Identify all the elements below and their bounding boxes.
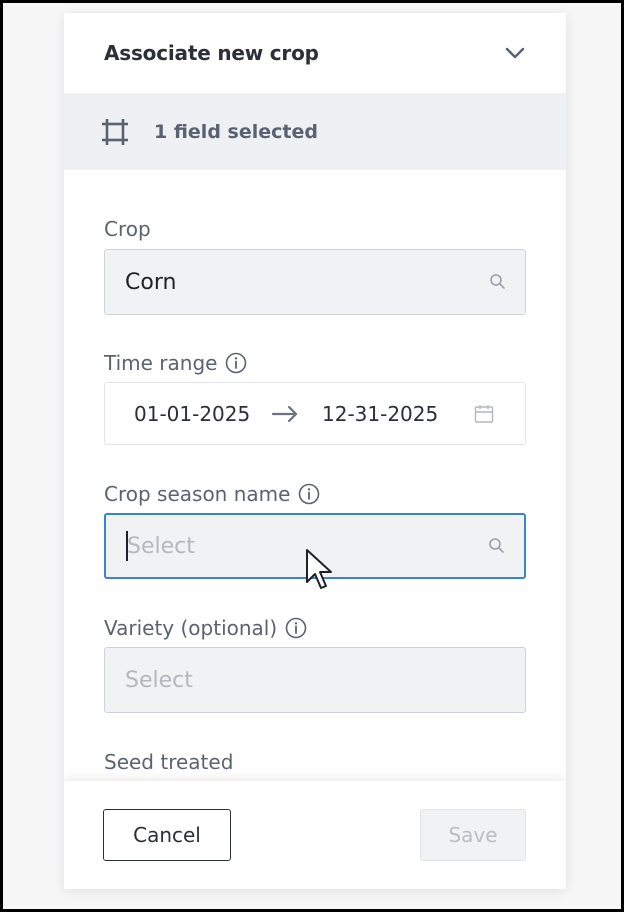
variety-field[interactable] — [104, 647, 526, 713]
field-selection-bar: 1 field selected — [64, 93, 566, 170]
start-date[interactable]: 01-01-2025 — [134, 402, 268, 426]
variety-input[interactable] — [125, 667, 507, 693]
field-selection-icon — [100, 117, 130, 147]
crop-input[interactable] — [125, 269, 489, 295]
time-range-field[interactable]: 01-01-2025 12-31-2025 — [104, 382, 526, 445]
selection-count-text: 1 field selected — [154, 120, 318, 143]
crop-season-field[interactable] — [104, 513, 526, 579]
crop-label-text: Crop — [104, 217, 151, 241]
info-icon[interactable] — [298, 483, 320, 505]
panel-header[interactable]: Associate new crop — [64, 13, 566, 93]
info-icon[interactable] — [225, 352, 247, 374]
window-frame: Associate new crop 1 field selected Crop — [0, 0, 624, 912]
crop-label: Crop — [104, 217, 151, 241]
save-button[interactable]: Save — [420, 809, 526, 861]
panel-footer: Cancel Save — [64, 781, 566, 889]
end-date[interactable]: 12-31-2025 — [322, 402, 473, 426]
info-icon[interactable] — [285, 617, 307, 639]
variety-label-text: Variety (optional) — [104, 616, 278, 640]
chevron-down-icon[interactable] — [504, 42, 526, 64]
crop-field[interactable] — [104, 249, 526, 315]
time-range-label-text: Time range — [104, 351, 218, 375]
panel-title: Associate new crop — [104, 41, 319, 65]
seed-treated-label: Seed treated — [104, 750, 233, 774]
calendar-icon[interactable] — [473, 403, 495, 425]
search-icon — [489, 273, 507, 291]
search-icon — [488, 537, 506, 555]
variety-label: Variety (optional) — [104, 616, 307, 640]
seed-treated-label-text: Seed treated — [104, 750, 234, 774]
associate-crop-panel: Associate new crop 1 field selected Crop — [64, 13, 566, 889]
arrow-right-icon — [270, 404, 300, 424]
crop-season-label: Crop season name — [104, 482, 320, 506]
crop-season-input[interactable] — [127, 533, 488, 559]
time-range-label: Time range — [104, 351, 247, 375]
cancel-button[interactable]: Cancel — [103, 809, 231, 861]
crop-season-label-text: Crop season name — [104, 482, 291, 506]
